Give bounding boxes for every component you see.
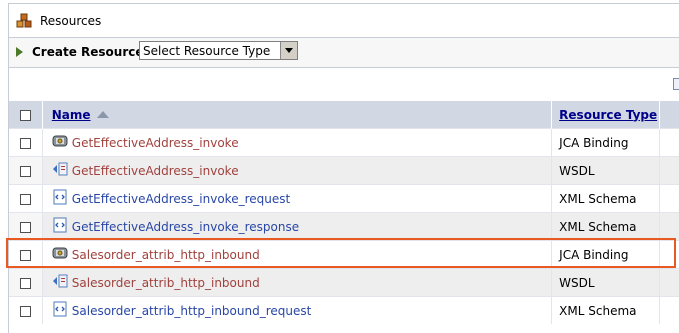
- chevron-down-icon[interactable]: [280, 42, 297, 59]
- table-toolbar: [9, 68, 679, 100]
- expand-arrow-icon[interactable]: [16, 47, 23, 57]
- resource-name-link[interactable]: GetEffectiveAddress_invoke: [72, 164, 239, 178]
- name-cell: GetEffectiveAddress_invoke_response: [41, 212, 552, 241]
- row-checkbox[interactable]: [19, 193, 31, 205]
- resource-type-cell: WSDL: [551, 156, 660, 185]
- select-all-cell: [9, 101, 43, 129]
- sort-ascending-icon[interactable]: [96, 110, 109, 118]
- extra-cell: [659, 212, 679, 241]
- resource-type-cell: XML Schema: [551, 184, 660, 213]
- table-row: GetEffectiveAddress_invoke_request XML Sc…: [9, 184, 679, 213]
- row-checkbox[interactable]: [19, 165, 31, 177]
- wsdl-icon: [52, 161, 72, 180]
- extra-cell: [659, 240, 679, 269]
- row-checkbox[interactable]: [19, 277, 31, 289]
- table-row: Salesorder_attrib_http_inbound WSDL: [9, 268, 679, 297]
- extra-cell: [659, 184, 679, 213]
- column-header-name[interactable]: Name: [41, 101, 552, 129]
- resource-type-select-value: Select Resource Type: [143, 44, 271, 58]
- resources-icon: [16, 13, 32, 28]
- resources-header: Resources: [9, 4, 679, 38]
- row-checkbox[interactable]: [19, 137, 31, 149]
- name-cell: Salesorder_attrib_http_inbound: [41, 240, 552, 269]
- row-checkbox[interactable]: [19, 221, 31, 233]
- row-select-cell: [9, 241, 42, 269]
- column-header-resource-type[interactable]: Resource Type: [551, 101, 660, 129]
- resource-type-cell: JCA Binding: [551, 240, 660, 269]
- resource-name-link[interactable]: Salesorder_attrib_http_inbound_request: [72, 304, 312, 318]
- table-row: GetEffectiveAddress_invoke JCA Binding: [9, 128, 679, 157]
- table-row: Salesorder_attrib_http_inbound JCA Bindin…: [9, 240, 679, 269]
- table-row: GetEffectiveAddress_invoke WSDL: [9, 156, 679, 185]
- row-checkbox[interactable]: [19, 305, 31, 317]
- extra-cell: [659, 128, 679, 157]
- name-cell: GetEffectiveAddress_invoke: [41, 128, 552, 157]
- table-row: Salesorder_attrib_http_inbound_request XM…: [9, 296, 679, 325]
- resource-type-cell: JCA Binding: [551, 128, 660, 157]
- row-checkbox[interactable]: [19, 249, 31, 261]
- resources-panel: Resources Create Resource: Select Resour…: [0, 0, 679, 333]
- create-resource-bar: Create Resource: Select Resource Type: [9, 38, 679, 67]
- resource-type-cell: WSDL: [551, 268, 660, 297]
- row-select-cell: [9, 212, 43, 241]
- row-select-cell: [9, 297, 42, 325]
- name-cell: GetEffectiveAddress_invoke_request: [41, 184, 552, 213]
- detach-table-icon[interactable]: [673, 78, 679, 90]
- resource-name-link[interactable]: Salesorder_attrib_http_inbound: [72, 248, 260, 262]
- extra-cell: [659, 156, 679, 185]
- sort-by-type-link[interactable]: Resource Type: [559, 108, 657, 122]
- name-cell: GetEffectiveAddress_invoke: [41, 156, 552, 185]
- resource-name-link[interactable]: Salesorder_attrib_http_inbound: [72, 276, 260, 290]
- row-select-cell: [9, 129, 42, 157]
- resource-type-cell: XML Schema: [551, 296, 660, 324]
- extra-cell: [659, 268, 679, 297]
- table-row: GetEffectiveAddress_invoke_response XML S…: [9, 212, 679, 241]
- row-select-cell: [9, 268, 43, 297]
- resource-type-select[interactable]: Select Resource Type: [139, 41, 298, 60]
- jca-binding-icon: [52, 245, 72, 264]
- resource-name-link[interactable]: GetEffectiveAddress_invoke_response: [72, 220, 299, 234]
- column-header-extra: [659, 101, 679, 129]
- row-select-cell: [9, 156, 43, 185]
- create-resource-label: Create Resource:: [32, 45, 149, 59]
- extra-cell: [659, 296, 679, 324]
- jca-binding-icon: [52, 133, 72, 152]
- resource-name-link[interactable]: GetEffectiveAddress_invoke: [72, 136, 239, 150]
- xml-schema-icon: [52, 189, 72, 208]
- name-cell: Salesorder_attrib_http_inbound_request: [41, 296, 552, 324]
- row-select-cell: [9, 185, 42, 213]
- resources-table: Name Resource Type GetEffectiveAddress_i…: [9, 101, 679, 324]
- name-cell: Salesorder_attrib_http_inbound: [41, 268, 552, 297]
- page-title: Resources: [40, 14, 102, 28]
- xml-schema-icon: [52, 217, 72, 236]
- xml-schema-icon: [52, 301, 72, 320]
- resource-type-cell: XML Schema: [551, 212, 660, 241]
- resource-name-link[interactable]: GetEffectiveAddress_invoke_request: [72, 192, 290, 206]
- wsdl-icon: [52, 273, 72, 292]
- sort-by-name-link[interactable]: Name: [52, 108, 91, 122]
- select-all-checkbox[interactable]: [19, 109, 31, 121]
